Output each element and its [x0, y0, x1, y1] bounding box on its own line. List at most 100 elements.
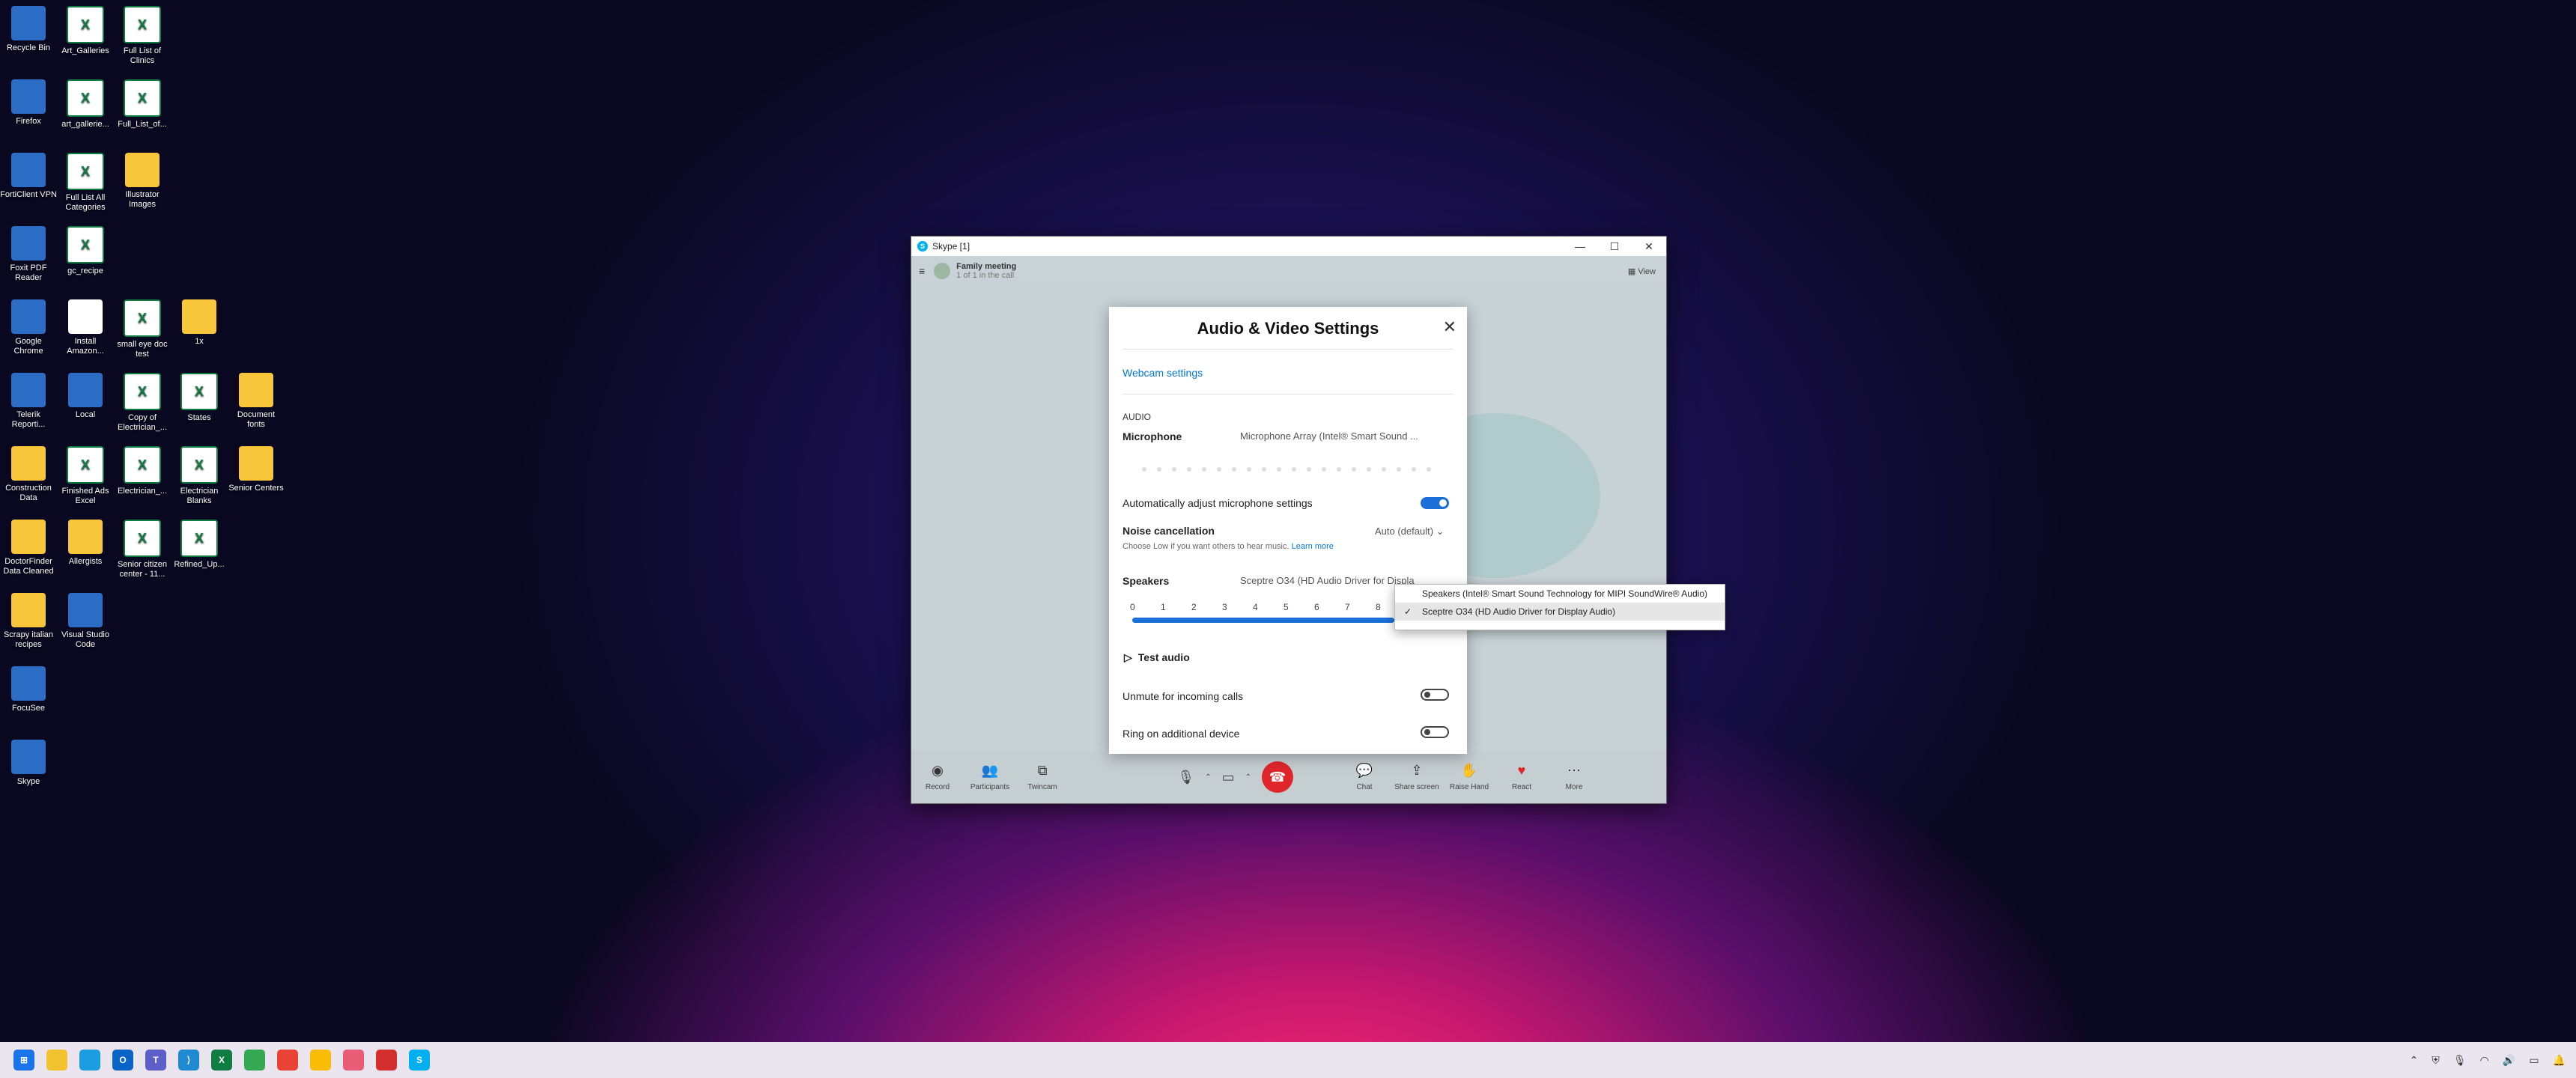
desktop-icon[interactable]: FocuSee — [0, 666, 57, 713]
window-titlebar[interactable]: S Skype [1] — ☐ ✕ — [911, 237, 1666, 256]
file-explorer-icon[interactable] — [46, 1050, 67, 1071]
excel-icon[interactable]: X — [211, 1050, 232, 1071]
test-audio-button[interactable]: ▷ Test audio — [1124, 651, 1190, 664]
vscode-icon — [68, 593, 103, 627]
raise-hand-button[interactable]: ✋ Raise Hand — [1443, 763, 1495, 791]
noise-cancellation-label: Noise cancellation — [1123, 525, 1215, 537]
desktop-icon[interactable]: FortiClient VPN — [0, 153, 57, 200]
react-button[interactable]: ♥ React — [1495, 763, 1548, 791]
ring-toggle[interactable] — [1421, 726, 1449, 738]
desktop-icon[interactable]: Construction Data — [0, 446, 57, 503]
notification-icon[interactable]: 🔔 — [2553, 1054, 2566, 1067]
desktop-icon[interactable]: X Full List of Clinics — [114, 6, 171, 66]
desktop-icon[interactable]: X Senior citizen center - 11... — [114, 520, 171, 579]
desktop-icon-label: art_gallerie... — [61, 120, 109, 129]
test-audio-label: Test audio — [1137, 651, 1190, 663]
chrome-icon — [11, 299, 46, 334]
mic-options-chevron-icon[interactable]: ⌃ — [1205, 773, 1211, 782]
start-icon[interactable]: ⊞ — [13, 1050, 34, 1071]
desktop-icon[interactable]: Xart_gallerie... — [57, 79, 114, 130]
maximize-button[interactable]: ☐ — [1597, 237, 1632, 256]
desktop-icon[interactable]: X Full List All Categories — [57, 153, 114, 213]
desktop-icon[interactable]: Illustrator Images — [114, 153, 171, 210]
desktop-icon[interactable]: DoctorFinder Data Cleaned — [0, 520, 57, 576]
speakers-select[interactable]: Sceptre O34 (HD Audio Driver for Displa — [1240, 575, 1415, 586]
volume-icon[interactable]: 🔊 — [2503, 1054, 2515, 1067]
skype-icon[interactable]: S — [409, 1050, 430, 1071]
checkmark-icon: ✓ — [1404, 606, 1412, 617]
desktop-icon[interactable]: Document fonts — [228, 373, 285, 430]
webcam-settings-link[interactable]: Webcam settings — [1123, 367, 1203, 379]
twincam-label: Twincam — [1027, 783, 1057, 791]
camera-options-chevron-icon[interactable]: ⌃ — [1245, 773, 1251, 782]
close-button[interactable]: ✕ — [1632, 237, 1666, 256]
desktop-icon[interactable]: Scrapy italian recipes — [0, 593, 57, 650]
volume-tick-label: 3 — [1222, 602, 1227, 612]
pdf-reader-icon[interactable] — [376, 1050, 397, 1071]
auto-adjust-toggle[interactable] — [1421, 497, 1449, 509]
desktop-icon[interactable]: Google Chrome — [0, 299, 57, 356]
battery-icon[interactable]: ▭ — [2529, 1054, 2539, 1067]
speaker-volume-slider[interactable] — [1132, 618, 1394, 623]
desktop-icon[interactable]: Local — [57, 373, 114, 420]
desktop-icon[interactable]: X Finished Ads Excel — [57, 446, 114, 506]
outlook-icon[interactable]: O — [112, 1050, 133, 1071]
desktop-icon[interactable]: X States — [171, 373, 228, 423]
unmute-toggle[interactable] — [1421, 689, 1449, 701]
chat-button[interactable]: 💬 Chat — [1338, 763, 1391, 791]
learn-more-link[interactable]: Learn more — [1292, 542, 1334, 551]
desktop-icon-label: Refined_Up... — [174, 560, 225, 569]
view-button[interactable]: ▦ View — [1628, 267, 1656, 276]
desktop-icon[interactable]: Firefox — [0, 79, 57, 127]
microphone-select[interactable]: Microphone Array (Intel® Smart Sound ... — [1240, 430, 1418, 442]
desktop-icon[interactable]: Allergists — [57, 520, 114, 567]
desktop-icon[interactable]: X Refined_Up... — [171, 520, 228, 570]
dialog-close-icon[interactable]: ✕ — [1443, 317, 1456, 337]
desktop-icon[interactable]: Xgc_recipe — [57, 226, 114, 276]
desktop-icon[interactable]: 1x — [171, 299, 228, 347]
desktop-icon[interactable]: Skype — [0, 740, 57, 787]
forticlient-icon — [11, 153, 46, 187]
minimize-button[interactable]: — — [1563, 237, 1597, 256]
menu-icon[interactable]: ≡ — [919, 265, 925, 277]
desktop-icon[interactable]: X Electrician_... — [114, 446, 171, 496]
microphone-icon[interactable]: 🎙 — [2453, 1054, 2467, 1067]
desktop-icon[interactable]: Xsmall eye doc test — [114, 299, 171, 359]
excel-icon: X — [124, 520, 161, 557]
security-icon[interactable]: ⛨ — [2431, 1054, 2440, 1067]
speaker-option[interactable]: Speakers (Intel® Smart Sound Technology … — [1395, 585, 1725, 603]
more-button[interactable]: ⋯ More — [1548, 763, 1600, 791]
desktop-icon[interactable]: X Full_List_of... — [114, 79, 171, 130]
mic-muted-icon[interactable]: 🎙 — [1177, 770, 1194, 785]
chrome-profile-2-icon[interactable] — [310, 1050, 331, 1071]
desktop-icon-label: Senior citizen center - 11... — [117, 560, 168, 579]
teams-icon[interactable]: T — [145, 1050, 166, 1071]
participants-label: Participants — [970, 783, 1010, 791]
end-call-button[interactable]: ☎ — [1262, 761, 1293, 793]
desktop-icon[interactable]: X Art_Galleries — [57, 6, 114, 56]
twincam-button[interactable]: ⧉ Twincam — [1016, 763, 1069, 791]
desktop-icon[interactable]: X Electrician Blanks — [171, 446, 228, 506]
speaker-option-selected[interactable]: ✓ Sceptre O34 (HD Audio Driver for Displa… — [1395, 603, 1725, 621]
wifi-icon[interactable]: ◠ — [2480, 1054, 2489, 1067]
desktop-icon[interactable]: Telerik Reporti... — [0, 373, 57, 430]
desktop-icon[interactable]: Visual Studio Code — [57, 593, 114, 650]
edge-icon[interactable] — [79, 1050, 100, 1071]
noise-cancellation-select[interactable]: Auto (default) ⌄ — [1375, 526, 1445, 538]
desktop-icon[interactable]: X Copy of Electrician_... — [114, 373, 171, 433]
snipping-tool-icon[interactable] — [343, 1050, 364, 1071]
vscode-icon[interactable]: ⟩ — [178, 1050, 199, 1071]
chrome-profile-icon[interactable] — [277, 1050, 298, 1071]
camera-off-icon[interactable]: ▭ — [1222, 770, 1235, 785]
desktop-icon[interactable]: Foxit PDF Reader — [0, 226, 57, 283]
chevron-up-icon[interactable]: ⌃ — [2410, 1054, 2419, 1067]
chrome-icon[interactable] — [244, 1050, 265, 1071]
share-screen-button[interactable]: ⇪ Share screen — [1391, 763, 1443, 791]
desktop-icon[interactable]: Recycle Bin — [0, 6, 57, 53]
desktop-icon[interactable]: Senior Centers — [228, 446, 285, 493]
excel-icon: X — [67, 446, 104, 484]
desktop-icon[interactable]: Install Amazon... — [57, 299, 114, 356]
ring-label: Ring on additional device — [1123, 728, 1240, 740]
record-button[interactable]: ◉ Record — [911, 763, 964, 791]
participants-button[interactable]: 👥 Participants — [964, 763, 1016, 791]
